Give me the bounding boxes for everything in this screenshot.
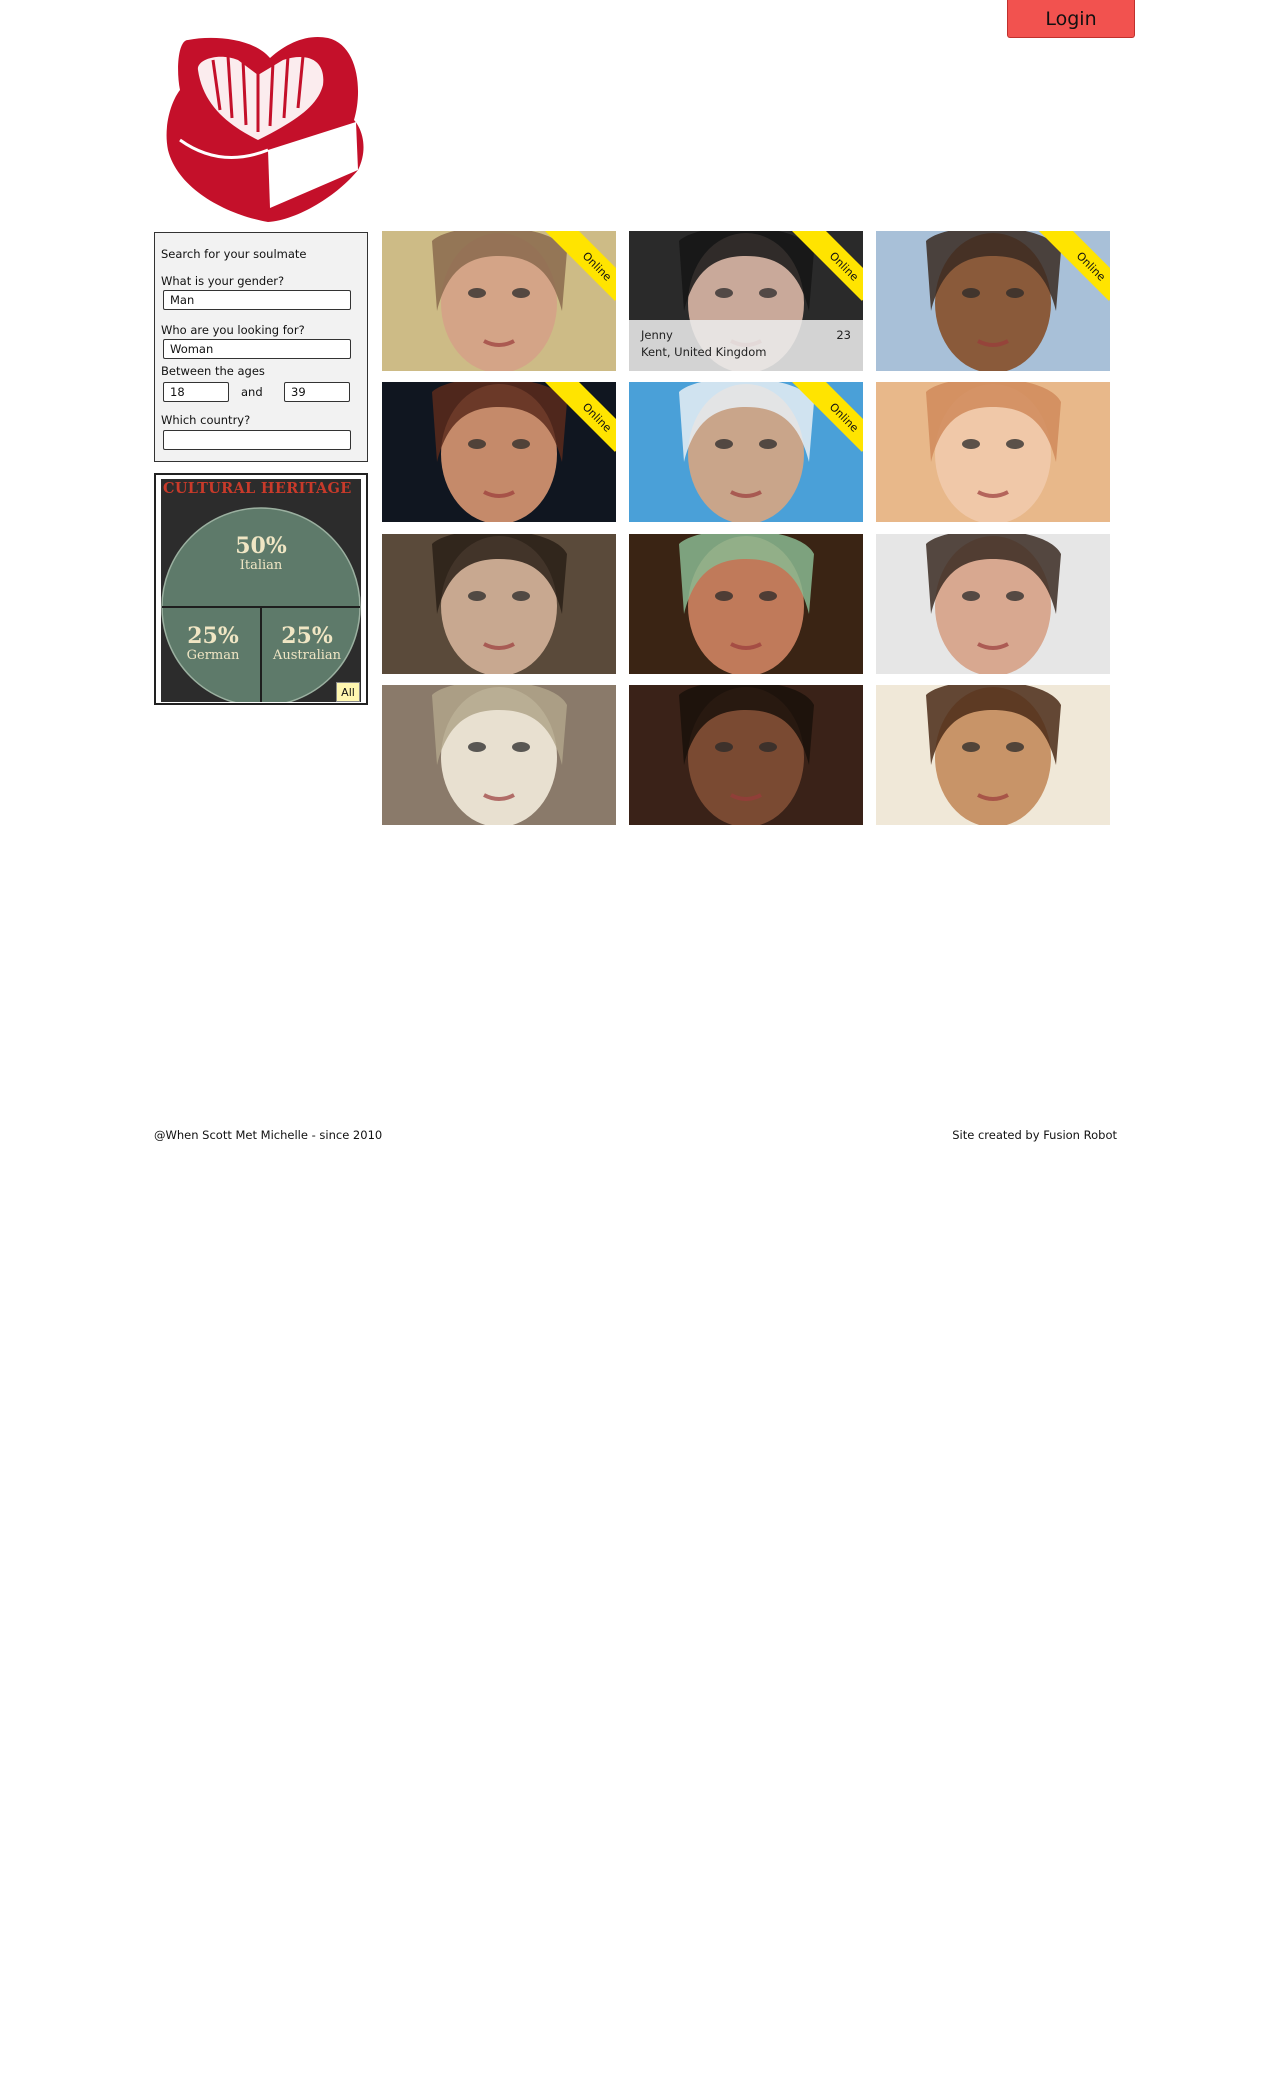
profile-card[interactable] [629,534,863,674]
profile-name: Jenny [641,328,673,342]
profile-age: 23 [836,328,851,342]
heritage-pie [161,507,361,702]
heritage-title: CULTURAL HERITAGE [163,480,352,497]
gender-label: What is your gender? [161,274,285,288]
footer-copyright: @When Scott Met Michelle - since 2010 [154,1128,383,1142]
profile-card[interactable]: Online [876,231,1110,371]
profile-card[interactable] [382,534,616,674]
slice-german-percent: 25% [187,623,239,649]
profile-card[interactable]: Online Jenny 23 Kent, United Kingdom [629,231,863,371]
age-min-input[interactable]: 18 [163,382,229,402]
slice-australian-percent: 25% [281,623,333,649]
country-label: Which country? [161,413,251,427]
profile-photo [382,534,616,674]
gender-select[interactable]: Man [163,290,351,310]
and-label: and [241,385,263,399]
login-button[interactable]: Login [1007,0,1135,38]
slice-italian-name: Italian [239,558,283,573]
age-max-input[interactable]: 39 [284,382,350,402]
ages-label: Between the ages [161,364,265,378]
slice-italian[interactable]: 50% Italian [231,535,291,572]
profile-photo [876,382,1110,522]
search-panel: Search for your soulmate What is your ge… [154,232,368,462]
slice-australian[interactable]: 25% Australian [265,625,349,662]
country-input[interactable] [163,430,351,450]
profile-card[interactable] [629,685,863,825]
slice-australian-name: Australian [272,648,342,663]
profile-card[interactable] [876,382,1110,522]
slice-italian-percent: 50% [235,533,287,559]
profile-card[interactable]: Online [382,231,616,371]
profile-photo [876,534,1110,674]
footer-credit[interactable]: Site created by Fusion Robot [952,1128,1117,1142]
profile-card[interactable]: Online [629,382,863,522]
slice-german-name: German [186,648,240,663]
profile-card[interactable] [382,685,616,825]
profile-card[interactable] [876,534,1110,674]
profile-card[interactable]: Online [382,382,616,522]
profile-location: Kent, United Kingdom [641,345,767,359]
profile-photo [382,685,616,825]
search-title: Search for your soulmate [161,247,307,261]
looking-for-select[interactable]: Woman [163,339,351,359]
profile-info-overlay: Jenny 23 Kent, United Kingdom [629,320,863,371]
looking-for-label: Who are you looking for? [161,323,305,337]
profile-card[interactable] [876,685,1110,825]
heart-cake-logo[interactable] [158,30,368,225]
heritage-pie-chart: CULTURAL HERITAGE 50% Italian 25% German… [161,479,361,702]
profile-photo [876,685,1110,825]
all-button[interactable]: All [336,682,360,702]
slice-german[interactable]: 25% German [183,625,243,662]
profile-photo [629,685,863,825]
cultural-heritage-widget: CULTURAL HERITAGE 50% Italian 25% German… [154,473,368,705]
profile-photo [629,534,863,674]
